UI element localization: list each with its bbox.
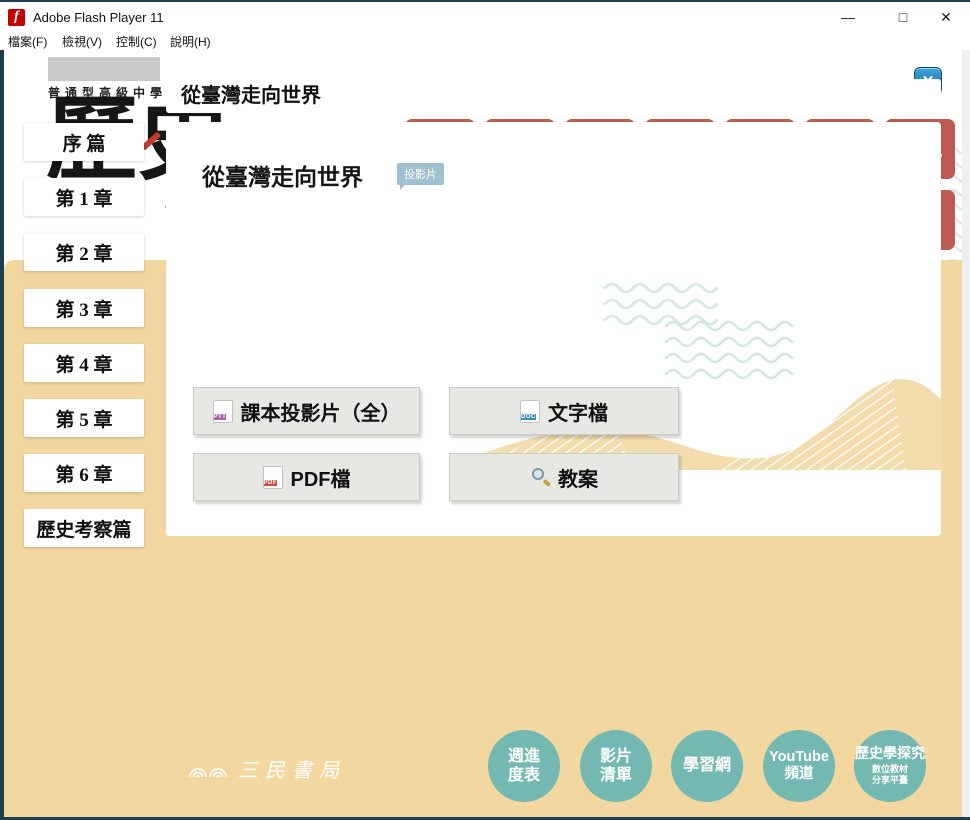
history-inquiry-circle-button[interactable]: 歷史學探究 數位教材 分享平臺 — [854, 730, 926, 802]
textbook-slides-all-button[interactable]: PTT 課本投影片（全） — [193, 387, 420, 435]
publisher-name: 三民書局 — [238, 754, 346, 783]
menu-bar: 檔案(F) 檢視(V) 控制(C) 說明(H) — [0, 32, 970, 50]
sidebar-item-chapter-6[interactable]: 第 6 章 — [24, 454, 144, 492]
sidebar-item-preface[interactable]: 序 篇 — [24, 123, 144, 161]
window-title: Adobe Flash Player 11 — [33, 10, 164, 25]
youtube-channel-circle-button[interactable]: YouTube 頻道 — [763, 730, 835, 802]
video-list-circle-button[interactable]: 影片 清單 — [580, 730, 652, 802]
header-placeholder-image — [48, 57, 160, 81]
stage-right-edge — [962, 50, 970, 817]
publisher-logo: 三民書局 — [188, 754, 346, 783]
sidebar-item-chapter-3[interactable]: 第 3 章 — [24, 289, 144, 327]
flash-player-icon: f — [8, 9, 25, 26]
lesson-plan-button[interactable]: 教案 — [449, 453, 679, 501]
title-bar: f Adobe Flash Player 11 — □ ✕ — [0, 2, 970, 32]
sidebar-item-chapter-4[interactable]: 第 4 章 — [24, 344, 144, 382]
flash-player-window: f Adobe Flash Player 11 — □ ✕ 檔案(F) 檢視(V… — [0, 0, 970, 820]
sidebar-item-chapter-1[interactable]: 第 1 章 — [24, 178, 144, 216]
weekly-schedule-circle-button[interactable]: 週進 度表 — [488, 730, 560, 802]
ppt-file-icon: PTT — [213, 400, 233, 423]
close-window-button[interactable]: ✕ — [929, 6, 963, 28]
magnifier-icon — [530, 467, 550, 487]
menu-help[interactable]: 說明(H) — [170, 33, 211, 50]
maximize-button[interactable]: □ — [886, 6, 920, 28]
button-label: 課本投影片（全） — [241, 397, 401, 426]
doc-file-icon: DOC — [520, 400, 540, 423]
panel-title: 從臺灣走向世界 — [202, 158, 363, 192]
button-label: PDF檔 — [291, 463, 351, 492]
section-title-bar: 從臺灣走向世界 — [166, 79, 941, 113]
stage-left-edge — [0, 50, 4, 817]
content-panel: 從臺灣走向世界 投影片 PTT 課本投影片（全） DOC 文字檔 PDF — [166, 122, 941, 536]
pdf-file-button[interactable]: PDF PDF檔 — [193, 453, 420, 501]
menu-file[interactable]: 檔案(F) — [8, 33, 47, 50]
sidebar-item-chapter-2[interactable]: 第 2 章 — [24, 233, 144, 271]
flash-stage: 普通型高級中學 歷史 H I S T O R Y 第三冊 教學資源 光碟 課本 … — [0, 50, 970, 820]
button-label: 文字檔 — [548, 397, 608, 426]
menu-view[interactable]: 檢視(V) — [62, 33, 102, 50]
menu-control[interactable]: 控制(C) — [116, 33, 157, 50]
sidebar-item-fieldwork[interactable]: 歷史考察篇 — [24, 509, 144, 547]
slides-badge: 投影片 — [397, 163, 444, 185]
learning-site-circle-button[interactable]: 學習網 — [671, 730, 743, 802]
sidebar-item-chapter-5[interactable]: 第 5 章 — [24, 399, 144, 437]
button-label: 教案 — [558, 463, 598, 492]
pdf-file-icon: PDF — [263, 466, 283, 489]
minimize-button[interactable]: — — [831, 6, 865, 28]
text-file-button[interactable]: DOC 文字檔 — [449, 387, 679, 435]
arches-icon — [188, 760, 230, 778]
